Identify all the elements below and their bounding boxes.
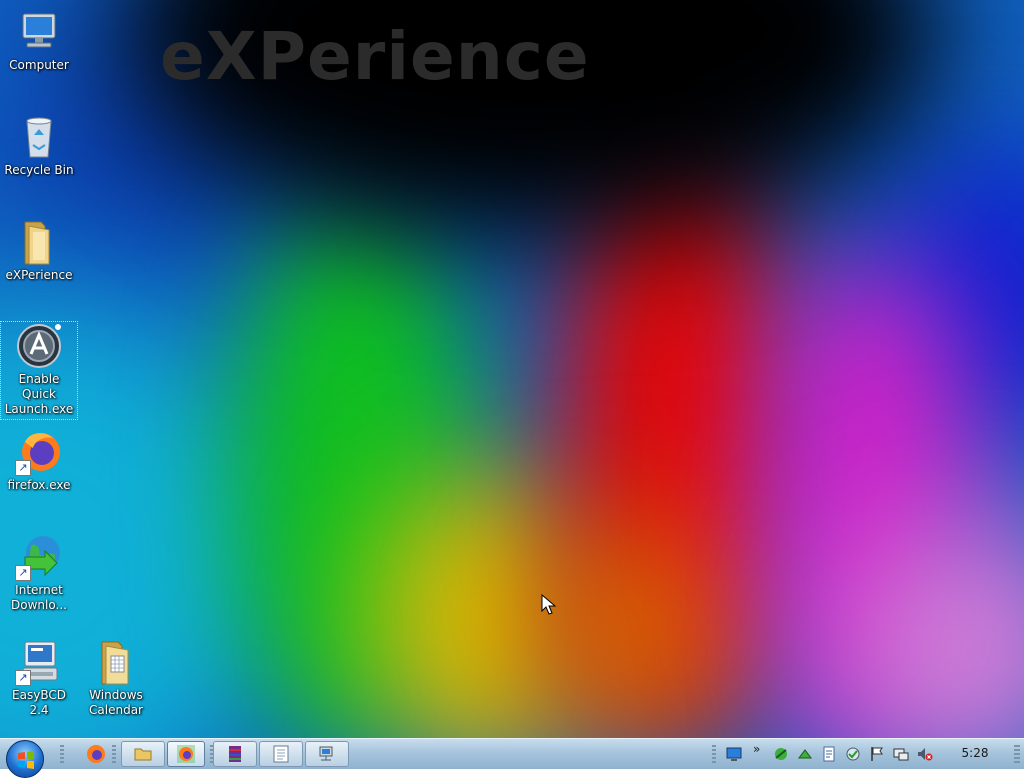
document-icon[interactable] bbox=[821, 746, 837, 762]
taskbar-grip[interactable] bbox=[112, 745, 116, 763]
mouse-pointer-icon bbox=[541, 594, 557, 615]
show-desktop-edge[interactable] bbox=[1014, 745, 1020, 763]
desktop-icon-label: Internet Downlo... bbox=[11, 583, 67, 612]
taskbar: » 5:28 bbox=[0, 738, 1024, 778]
desktop-icon-firefox[interactable]: ↗ firefox.exe bbox=[1, 428, 77, 493]
clock[interactable]: 5:28 bbox=[950, 746, 1000, 760]
shortcut-arrow-icon: ↗ bbox=[15, 670, 31, 686]
desktop-icon-label: Enable Quick Launch.exe bbox=[4, 372, 74, 416]
show-desktop-icon[interactable] bbox=[726, 746, 742, 762]
security-check-icon[interactable] bbox=[845, 746, 861, 762]
recycle-bin-icon bbox=[15, 113, 63, 161]
tray-expand-button[interactable]: » bbox=[753, 742, 760, 756]
easybcd-icon: ↗ bbox=[15, 638, 63, 686]
firefox-task-button[interactable] bbox=[167, 741, 205, 767]
desktop-icon-windows-calendar[interactable]: Windows Calendar bbox=[78, 638, 154, 718]
tray-grip[interactable] bbox=[712, 745, 716, 763]
desktop-icon-recycle-bin[interactable]: Recycle Bin bbox=[1, 113, 77, 178]
taskbar-grip[interactable] bbox=[60, 745, 64, 763]
computer-icon bbox=[15, 8, 63, 56]
network-task-button[interactable] bbox=[305, 741, 349, 767]
computer-network-icon bbox=[319, 746, 333, 761]
notepad-task-button[interactable] bbox=[259, 741, 303, 767]
shortcut-arrow-icon: ↗ bbox=[15, 460, 31, 476]
firefox-icon[interactable] bbox=[85, 743, 107, 765]
connection-icon[interactable] bbox=[893, 746, 909, 762]
desktop-icon-enable-quick-launch[interactable]: Enable Quick Launch.exe bbox=[0, 321, 78, 420]
desktop-icon-experience-folder[interactable]: eXPerience bbox=[1, 218, 77, 283]
desktop-icon-easybcd[interactable]: ↗ EasyBCD 2.4 bbox=[1, 638, 77, 718]
desktop-icon-label: Windows Calendar bbox=[89, 688, 143, 717]
network-green-icon[interactable] bbox=[773, 746, 789, 762]
shortcut-arrow-icon: ↗ bbox=[15, 565, 31, 581]
desktop-icon-label: Computer bbox=[9, 58, 69, 72]
winrar-icon bbox=[229, 746, 241, 762]
winrar-task-button[interactable] bbox=[213, 741, 257, 767]
windows-orb-icon bbox=[18, 751, 34, 769]
network-green2-icon[interactable] bbox=[797, 746, 813, 762]
idm-globe-icon: ↗ bbox=[15, 533, 63, 581]
desktop-icon-label: firefox.exe bbox=[7, 478, 71, 492]
wallpaper-blob bbox=[520, 520, 740, 738]
desktop-icon-label: Recycle Bin bbox=[4, 163, 74, 177]
folder-icon bbox=[15, 218, 63, 266]
firefox-icon: ↗ bbox=[15, 428, 63, 476]
desktop[interactable]: eXPerience Computer Recycle Bin eXPerien… bbox=[0, 0, 1024, 738]
explorer-task-button[interactable] bbox=[121, 741, 165, 767]
desktop-icon-label: eXPerience bbox=[5, 268, 73, 282]
wallpaper-brand-text: eXPerience bbox=[160, 18, 590, 95]
firefox-icon bbox=[177, 745, 195, 763]
flag-icon[interactable] bbox=[869, 746, 885, 762]
start-button[interactable] bbox=[6, 740, 44, 778]
desktop-icon-computer[interactable]: Computer bbox=[1, 8, 77, 73]
desktop-icon-internet-download-manager[interactable]: ↗ Internet Downlo... bbox=[1, 533, 77, 613]
volume-muted-icon[interactable] bbox=[917, 746, 933, 762]
notepad-icon bbox=[273, 745, 289, 763]
desktop-icon-label: EasyBCD 2.4 bbox=[12, 688, 66, 717]
folder-calendar-icon bbox=[92, 638, 140, 686]
folder-icon bbox=[134, 748, 152, 761]
autoit-icon bbox=[15, 322, 63, 370]
